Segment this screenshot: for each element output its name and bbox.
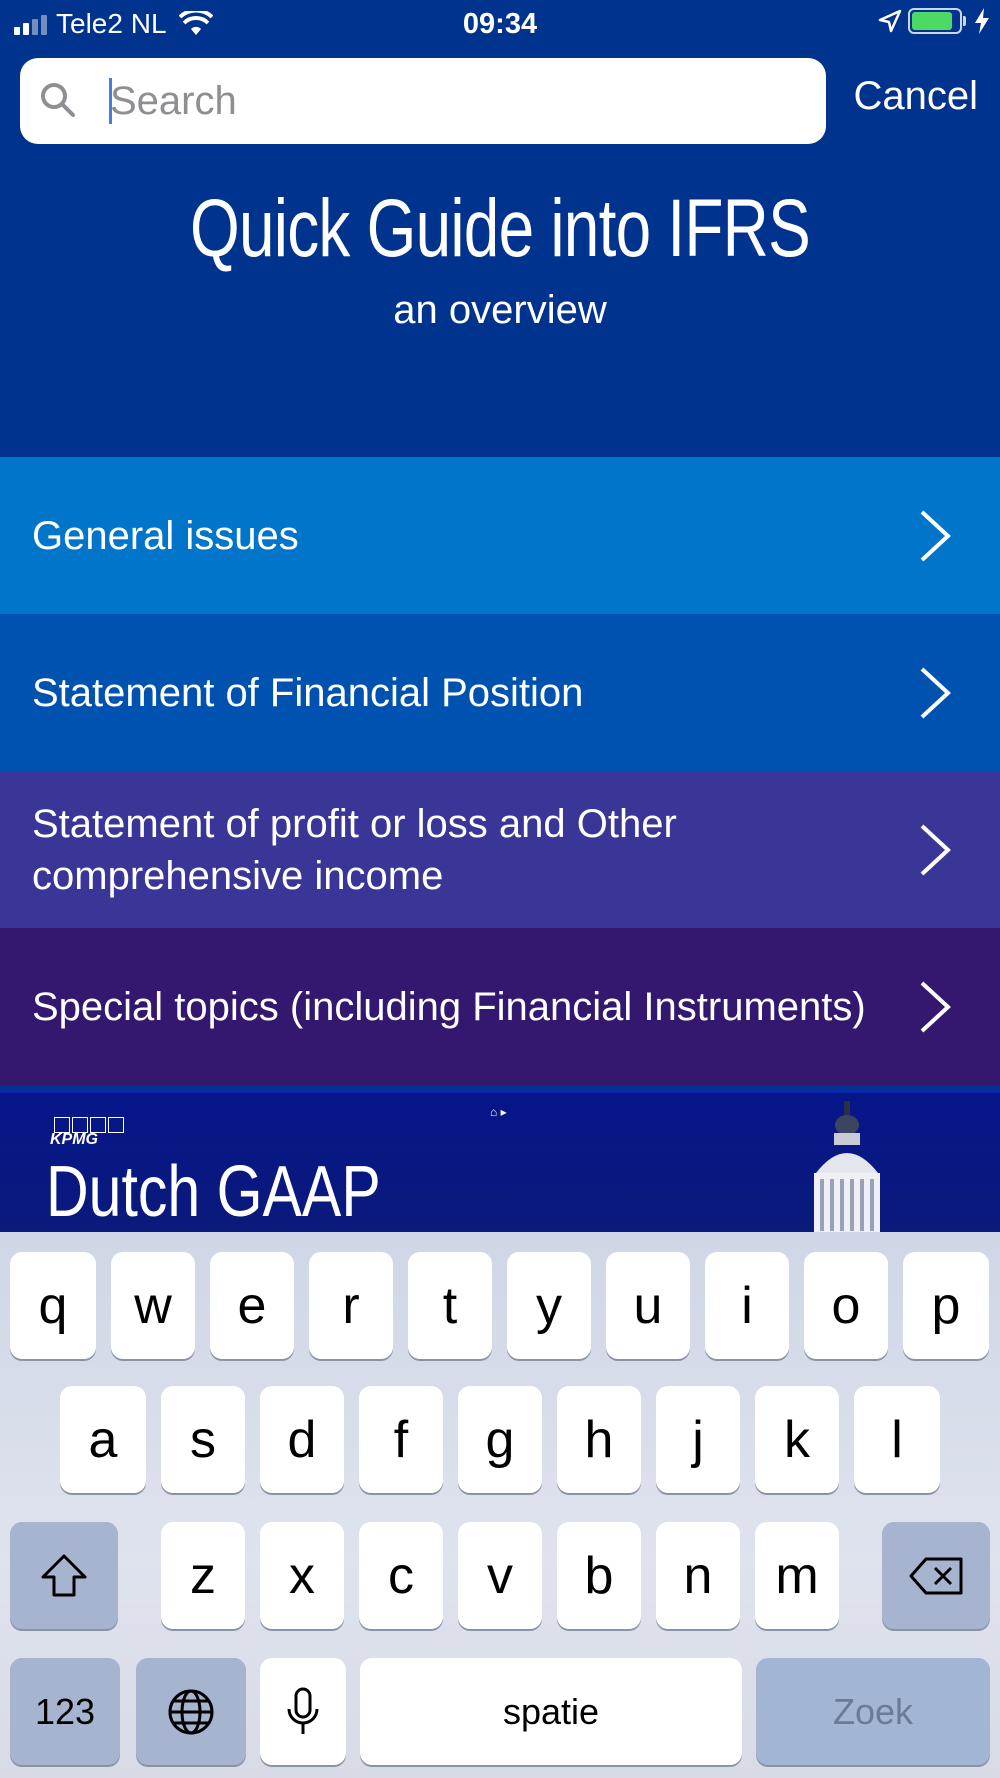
key-v[interactable]: v bbox=[458, 1522, 542, 1629]
backspace-key[interactable] bbox=[882, 1522, 990, 1629]
location-arrow-icon bbox=[878, 9, 902, 33]
key-k[interactable]: k bbox=[755, 1386, 839, 1493]
search-input[interactable] bbox=[110, 58, 810, 144]
banner-indicator-icon: ⌂ ▸ bbox=[490, 1105, 507, 1119]
keyboard: q w e r t y u i o p a s d f g h j k l z … bbox=[0, 1232, 1000, 1778]
key-d[interactable]: d bbox=[260, 1386, 344, 1493]
shift-key[interactable] bbox=[10, 1522, 118, 1629]
key-t[interactable]: t bbox=[408, 1252, 492, 1359]
key-c[interactable]: c bbox=[359, 1522, 443, 1629]
search-bar[interactable] bbox=[20, 58, 826, 144]
key-j[interactable]: j bbox=[656, 1386, 740, 1493]
menu-item-profit-or-loss[interactable]: Statement of profit or loss and Other co… bbox=[0, 771, 1000, 928]
menu-item-label: Statement of Financial Position bbox=[32, 670, 584, 715]
chevron-right-icon bbox=[920, 510, 951, 561]
key-s[interactable]: s bbox=[161, 1386, 245, 1493]
key-r[interactable]: r bbox=[309, 1252, 393, 1359]
cancel-button[interactable]: Cancel bbox=[853, 74, 978, 119]
menu-item-label: Special topics (including Financial Inst… bbox=[32, 984, 866, 1029]
key-h[interactable]: h bbox=[557, 1386, 641, 1493]
page-title: Quick Guide into IFRS bbox=[190, 183, 811, 274]
key-q[interactable]: q bbox=[10, 1252, 96, 1359]
menu-item-financial-position[interactable]: Statement of Financial Position bbox=[0, 614, 1000, 771]
space-key[interactable]: spatie bbox=[360, 1658, 742, 1765]
key-z[interactable]: z bbox=[161, 1522, 245, 1629]
key-p[interactable]: p bbox=[903, 1252, 989, 1359]
charging-bolt-icon bbox=[975, 8, 989, 34]
menu-item-general-issues[interactable]: General issues bbox=[0, 457, 1000, 614]
capitol-dome-icon bbox=[814, 1101, 880, 1235]
key-m[interactable]: m bbox=[755, 1522, 839, 1629]
chevron-right-icon bbox=[920, 824, 951, 875]
key-a[interactable]: a bbox=[60, 1386, 146, 1493]
microphone-key[interactable] bbox=[260, 1658, 346, 1765]
clock: 09:34 bbox=[462, 8, 538, 40]
status-right bbox=[878, 8, 990, 34]
page-subtitle: an overview bbox=[393, 288, 607, 332]
key-w[interactable]: w bbox=[111, 1252, 195, 1359]
key-g[interactable]: g bbox=[458, 1386, 542, 1493]
key-y[interactable]: y bbox=[507, 1252, 591, 1359]
banner-title: Dutch GAAP bbox=[46, 1152, 381, 1232]
topic-list: General issues Statement of Financial Po… bbox=[0, 457, 1000, 1085]
key-u[interactable]: u bbox=[606, 1252, 690, 1359]
search-go-key[interactable]: Zoek bbox=[756, 1658, 990, 1765]
shift-icon bbox=[41, 1554, 87, 1596]
globe-icon bbox=[168, 1689, 214, 1734]
chevron-right-icon bbox=[920, 667, 951, 718]
status-bar: Tele2 NL 09:34 bbox=[0, 0, 1000, 50]
search-icon bbox=[41, 83, 75, 117]
key-o[interactable]: o bbox=[804, 1252, 888, 1359]
menu-item-label: Statement of profit or loss and Other co… bbox=[32, 801, 677, 898]
key-n[interactable]: n bbox=[656, 1522, 740, 1629]
backspace-icon bbox=[909, 1557, 963, 1594]
key-e[interactable]: e bbox=[210, 1252, 294, 1359]
key-f[interactable]: f bbox=[359, 1386, 443, 1493]
menu-item-label: General issues bbox=[32, 513, 299, 558]
text-caret bbox=[109, 78, 112, 124]
microphone-icon bbox=[287, 1687, 319, 1734]
dutch-gaap-banner[interactable]: KPMG Dutch GAAP ⌂ ▸ bbox=[0, 1090, 1000, 1235]
key-i[interactable]: i bbox=[705, 1252, 789, 1359]
chevron-right-icon bbox=[920, 981, 951, 1032]
brand-logo: KPMG bbox=[50, 1131, 98, 1148]
key-x[interactable]: x bbox=[260, 1522, 344, 1629]
menu-item-special-topics[interactable]: Special topics (including Financial Inst… bbox=[0, 928, 1000, 1085]
globe-key[interactable] bbox=[136, 1658, 246, 1765]
key-b[interactable]: b bbox=[557, 1522, 641, 1629]
key-l[interactable]: l bbox=[854, 1386, 940, 1493]
numbers-key[interactable]: 123 bbox=[10, 1658, 120, 1765]
battery-icon bbox=[908, 8, 966, 34]
